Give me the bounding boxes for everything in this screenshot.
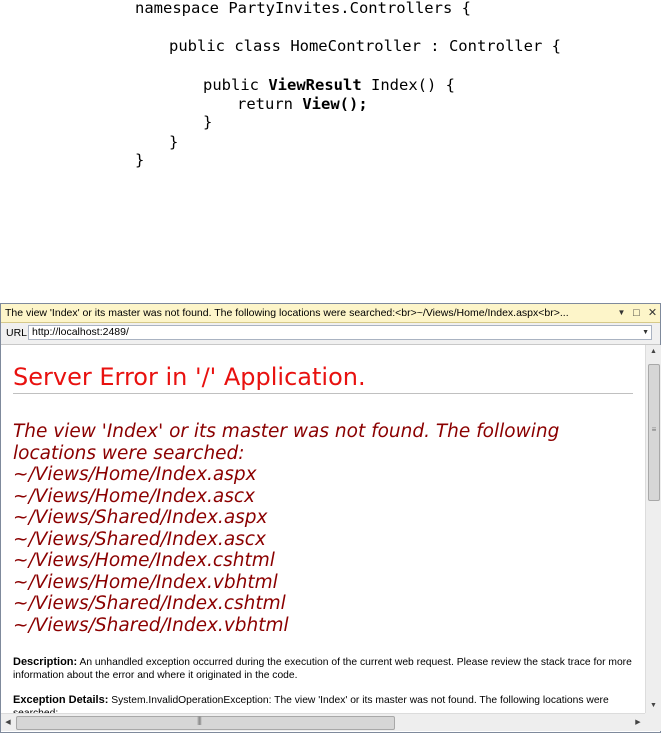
code-line-namespace: namespace PartyInvites.Controllers { (135, 0, 471, 17)
error-message-line: The view 'Index' or its master was not f… (13, 421, 560, 442)
vertical-scroll-thumb[interactable]: ≡ (648, 364, 660, 501)
url-bar: URL: http://localhost:2489/ ▼ (1, 323, 660, 345)
close-icon[interactable]: ✕ (646, 304, 659, 322)
exception-label: Exception Details: (13, 694, 109, 706)
error-message-line: locations were searched: (13, 442, 245, 464)
code-method-signature: Index() { (361, 76, 455, 94)
description-text: An unhandled exception occurred during t… (13, 657, 632, 681)
exception-paragraph: Exception Details: System.InvalidOperati… (13, 694, 633, 713)
code-brace-method: } (203, 113, 213, 131)
scroll-down-icon[interactable]: ▼ (646, 699, 661, 713)
description-paragraph: Description: An unhandled exception occu… (13, 656, 633, 682)
browser-window: The view 'Index' or its master was not f… (0, 303, 661, 733)
code-keyword-return: return (237, 95, 303, 113)
searched-location: ~/Views/Home/Index.vbhtml (13, 571, 278, 593)
page-title: Server Error in '/' Application. (13, 363, 366, 391)
restore-icon[interactable]: □ (630, 304, 643, 322)
searched-location: ~/Views/Home/Index.ascx (13, 485, 256, 507)
url-dropdown-icon[interactable]: ▼ (642, 326, 649, 339)
searched-location: ~/Views/Shared/Index.cshtml (13, 593, 286, 614)
scroll-left-icon[interactable]: ◀ (1, 714, 15, 731)
searched-location: ~/Views/Shared/Index.vbhtml (13, 614, 289, 636)
code-snippet: namespace PartyInvites.Controllers { pub… (0, 0, 663, 300)
url-value: http://localhost:2489/ (32, 326, 129, 338)
code-keyword-public: public (203, 76, 269, 94)
searched-location: ~/Views/Shared/Index.ascx (13, 528, 266, 550)
page-content: Server Error in '/' Application. The vie… (1, 345, 645, 713)
code-line-return: return View(); (237, 95, 368, 113)
grip-icon: ≡ (651, 425, 657, 434)
grip-icon: ||| (197, 715, 202, 725)
vertical-scrollbar[interactable]: ▲ ≡ ▼ (645, 345, 661, 713)
searched-location: ~/Views/Home/Index.aspx (13, 464, 257, 485)
chevron-down-icon[interactable]: ▼ (615, 304, 628, 322)
scroll-up-icon[interactable]: ▲ (646, 345, 661, 359)
window-title: The view 'Index' or its master was not f… (5, 307, 569, 319)
window-titlebar[interactable]: The view 'Index' or its master was not f… (1, 304, 660, 323)
code-line-class: public class HomeController : Controller… (169, 37, 561, 55)
code-view-call: View(); (302, 95, 368, 113)
scrollbar-corner (645, 713, 661, 731)
error-message: The view 'Index' or its master was not f… (13, 421, 633, 636)
horizontal-scrollbar[interactable]: ◀ ||| ▶ (1, 713, 645, 731)
searched-location: ~/Views/Shared/Index.aspx (13, 507, 268, 528)
description-label: Description: (13, 656, 78, 668)
scroll-right-icon[interactable]: ▶ (631, 714, 645, 731)
divider (13, 393, 633, 394)
searched-location: ~/Views/Home/Index.cshtml (13, 550, 275, 571)
code-brace-class: } (169, 133, 179, 151)
url-input[interactable]: http://localhost:2489/ ▼ (28, 325, 652, 340)
code-line-method: public ViewResult Index() { (203, 76, 455, 94)
url-label: URL: (6, 327, 30, 339)
code-type-viewresult: ViewResult (268, 76, 362, 94)
horizontal-scroll-thumb[interactable]: ||| (16, 715, 395, 730)
code-brace-namespace: } (135, 151, 145, 169)
